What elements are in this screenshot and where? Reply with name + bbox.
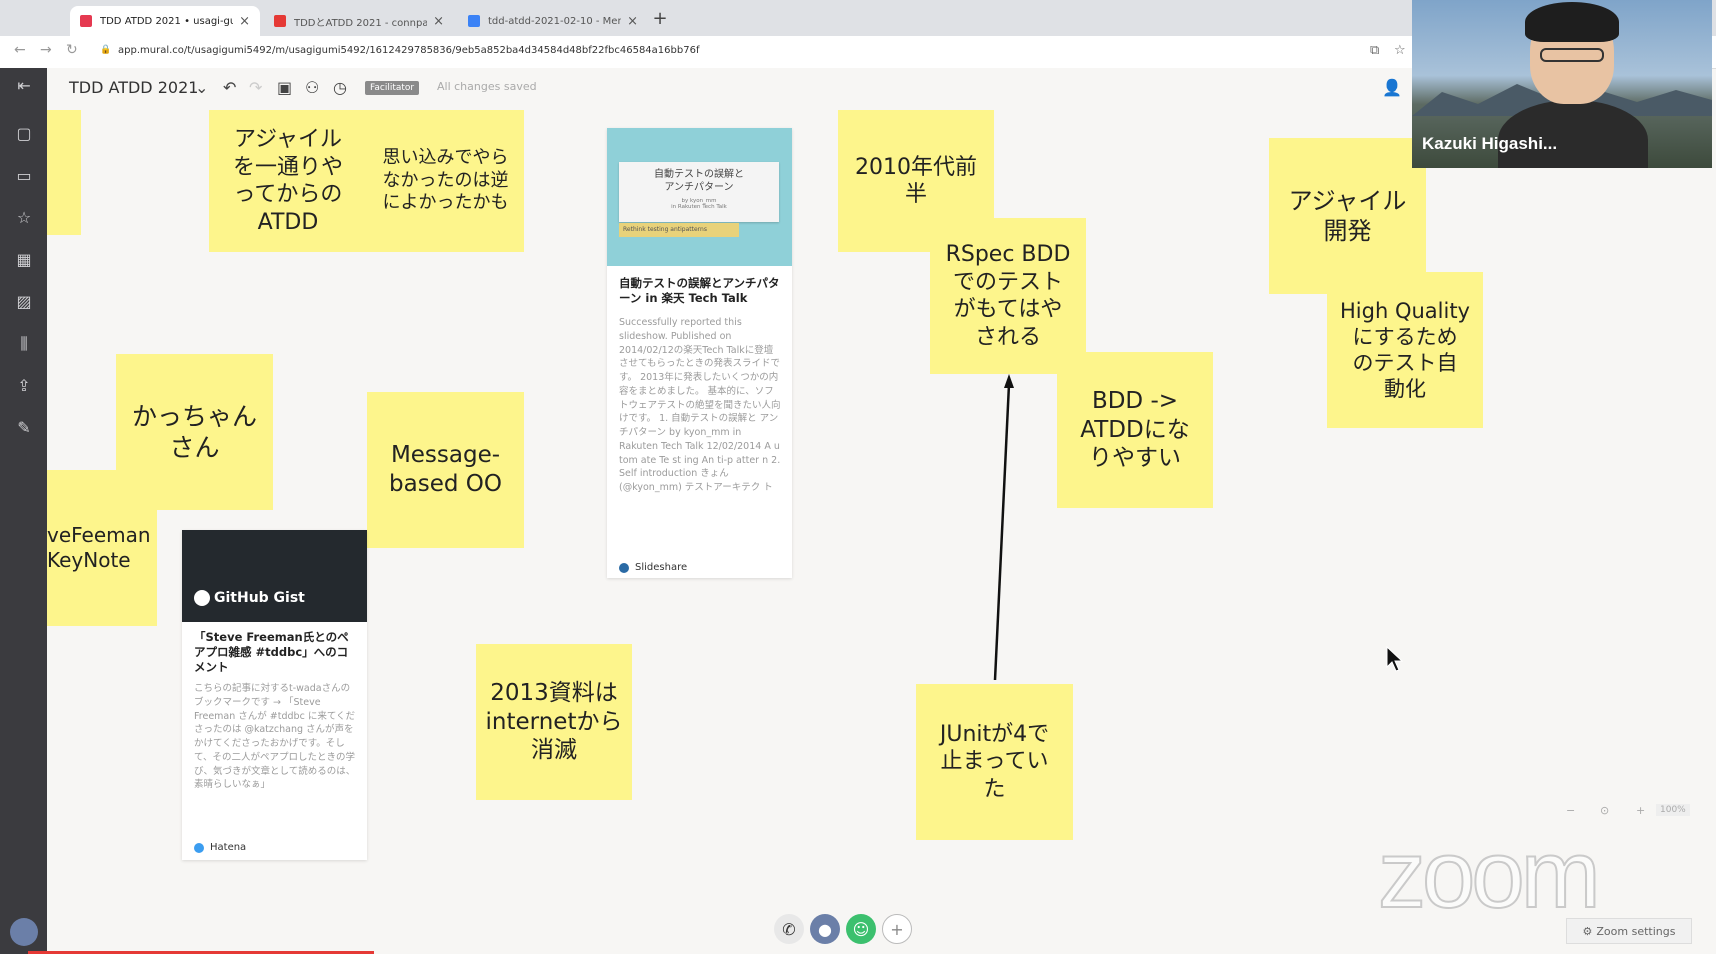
back-icon[interactable]: ← (14, 42, 26, 58)
forward-icon[interactable]: → (40, 42, 52, 58)
mouse-cursor-icon (1386, 646, 1404, 672)
gist-card[interactable]: GitHub Gist 「Steve Freeman氏とのペアプロ雑感 #tdd… (182, 530, 367, 860)
sticky-note[interactable]: BDD -> ATDDにな りやすい (1057, 352, 1213, 508)
sticky-note-icon[interactable]: ▢ (14, 124, 34, 144)
mural-sidebar: ⇤ ▢ ▭ ☆ ▦ ▨ ⫼ ⇪ ✎ (0, 68, 47, 954)
translate-icon[interactable]: ⧉ (1370, 43, 1379, 58)
sticky-note[interactable]: RSpec BDD でのテスト がもてはや される (930, 218, 1086, 374)
source-label: Hatena (210, 842, 247, 853)
outline-icon[interactable]: ▣ (277, 78, 292, 97)
video-participant-glasses (1540, 48, 1604, 62)
call-button[interactable]: ✆ (774, 914, 804, 944)
tab-title: TDD ATDD 2021 • usagi-gumi (100, 15, 234, 27)
upload-icon[interactable]: ⇪ (14, 376, 34, 396)
card-description: こちらの記事に対するt-wadaさんのブックマークです → 「Steve Fre… (194, 683, 356, 791)
image-icon[interactable]: ▨ (14, 292, 34, 312)
participant-video: Kazuki Higashi... (1412, 0, 1712, 168)
thumbnail-tag: Rethink testing antipatterns (619, 223, 739, 237)
star-icon[interactable]: ☆ (14, 208, 34, 228)
collaborators-icon[interactable]: 👤 (1382, 78, 1402, 97)
redo-icon[interactable]: ↷ (249, 78, 262, 97)
gear-icon: ⚙ (1582, 924, 1593, 938)
lock-icon: 🔒 (100, 45, 112, 55)
card-source: Hatena (194, 842, 246, 853)
hatena-icon (194, 842, 204, 853)
participant-name: Kazuki Higashi... (1422, 134, 1558, 153)
sticky-note-partial[interactable]: veFeeman KeyNote (47, 470, 157, 626)
timer-icon[interactable]: ◷ (333, 78, 347, 97)
reload-icon[interactable]: ↻ (66, 42, 78, 58)
sticky-note[interactable]: High Quality にするため のテスト自 動化 (1327, 272, 1483, 428)
save-status: All changes saved (437, 80, 537, 93)
mural-favicon-icon (80, 15, 92, 27)
undo-icon[interactable]: ↶ (223, 78, 236, 97)
card-title: 自動テストの誤解とアンチパターン in 楽天 Tech Talk (619, 276, 780, 305)
sticky-note[interactable]: アジャイル 開発 (1269, 138, 1426, 294)
participant-avatar[interactable]: ● (810, 914, 840, 944)
sticky-note[interactable]: JUnitが4で 止まってい た (916, 684, 1073, 840)
url-field[interactable]: app.mural.co/t/usagigumi5492/m/usagigumi… (118, 45, 699, 56)
pencil-icon[interactable]: ✎ (14, 418, 34, 438)
add-participant-button[interactable]: + (882, 914, 912, 944)
card-title: 「Steve Freeman氏とのペアプロ雑感 #tddbc」へのコメント (194, 630, 349, 674)
zoom-fit-icon[interactable]: ⊙ (1600, 804, 1609, 817)
new-tab-button[interactable]: + (650, 10, 670, 30)
thumbnail-subtitle: by kyon_mm in Rakuten Tech Talk (671, 198, 727, 210)
facilitator-badge[interactable]: Facilitator (365, 81, 420, 95)
zoom-out-button[interactable]: − (1566, 804, 1575, 817)
zoom-settings-label: Zoom settings (1596, 924, 1676, 938)
arrow-connector[interactable] (985, 372, 1015, 684)
card-description: Successfully reported this slideshow. Pu… (619, 317, 781, 494)
browser-tab-mural[interactable]: TDD ATDD 2021 • usagi-gumi × (70, 6, 260, 36)
collapse-sidebar-icon[interactable]: ⇤ (14, 76, 34, 96)
zoom-watermark: zoom (1377, 820, 1602, 929)
sticky-note[interactable]: 思い込みでやら なかったのは逆 によかったかも (367, 110, 524, 252)
close-tab-icon[interactable]: × (433, 14, 444, 29)
library-icon[interactable]: ⫼ (14, 334, 34, 354)
github-octocat-icon (194, 590, 210, 606)
github-gist-logo: GitHub Gist (194, 590, 305, 606)
gist-brand: GitHub Gist (214, 590, 305, 606)
close-tab-icon[interactable]: × (239, 14, 250, 29)
participant-avatar[interactable]: ☺ (846, 914, 876, 944)
card-thumbnail: GitHub Gist (182, 530, 367, 622)
close-tab-icon[interactable]: × (627, 14, 638, 29)
video-participant-hair (1525, 2, 1619, 42)
mural-toolbar: TDD ATDD 2021 ⌄ ↶ ↷ ▣ ⚇ ◷ Facilitator Al… (47, 68, 1412, 110)
card-source: Slideshare (619, 562, 687, 573)
zoom-settings-button[interactable]: ⚙ Zoom settings (1566, 918, 1692, 944)
sticky-note[interactable]: Message- based OO (367, 392, 524, 548)
zoom-level[interactable]: 100% (1656, 804, 1690, 816)
mentimeter-favicon-icon (468, 15, 480, 27)
sticky-note-partial[interactable] (47, 110, 81, 235)
zoom-in-button[interactable]: + (1636, 804, 1645, 817)
slideshare-icon (619, 562, 629, 573)
text-icon[interactable]: ▭ (14, 166, 34, 186)
sticky-note[interactable]: 2013資料は internetから 消滅 (476, 644, 632, 800)
board-title[interactable]: TDD ATDD 2021 (69, 78, 198, 97)
incognito-icon[interactable]: ⚇ (305, 78, 319, 97)
sticky-note[interactable]: アジャイル を一通りや ってからの ATDD (209, 110, 367, 252)
source-label: Slideshare (635, 562, 688, 573)
frameworks-icon[interactable]: ▦ (14, 250, 34, 270)
user-avatar[interactable] (10, 918, 38, 946)
connpass-favicon-icon (274, 15, 286, 27)
bookmark-star-icon[interactable]: ☆ (1394, 43, 1406, 58)
tab-title: TDDとATDD 2021 - connpass (294, 17, 428, 29)
thumbnail-title: 自動テストの誤解と アンチパターン (619, 162, 779, 222)
browser-tab-connpass[interactable]: TDDとATDD 2021 - connpass × (264, 6, 454, 36)
tab-title: tdd-atdd-2021-02-10 - Mend (488, 15, 622, 27)
card-thumbnail: 自動テストの誤解と アンチパターン by kyon_mm in Rakuten … (607, 128, 792, 266)
slideshare-card[interactable]: 自動テストの誤解と アンチパターン by kyon_mm in Rakuten … (607, 128, 792, 578)
browser-tab-mentimeter[interactable]: tdd-atdd-2021-02-10 - Mend × (458, 6, 648, 36)
chevron-down-icon[interactable]: ⌄ (195, 78, 208, 97)
